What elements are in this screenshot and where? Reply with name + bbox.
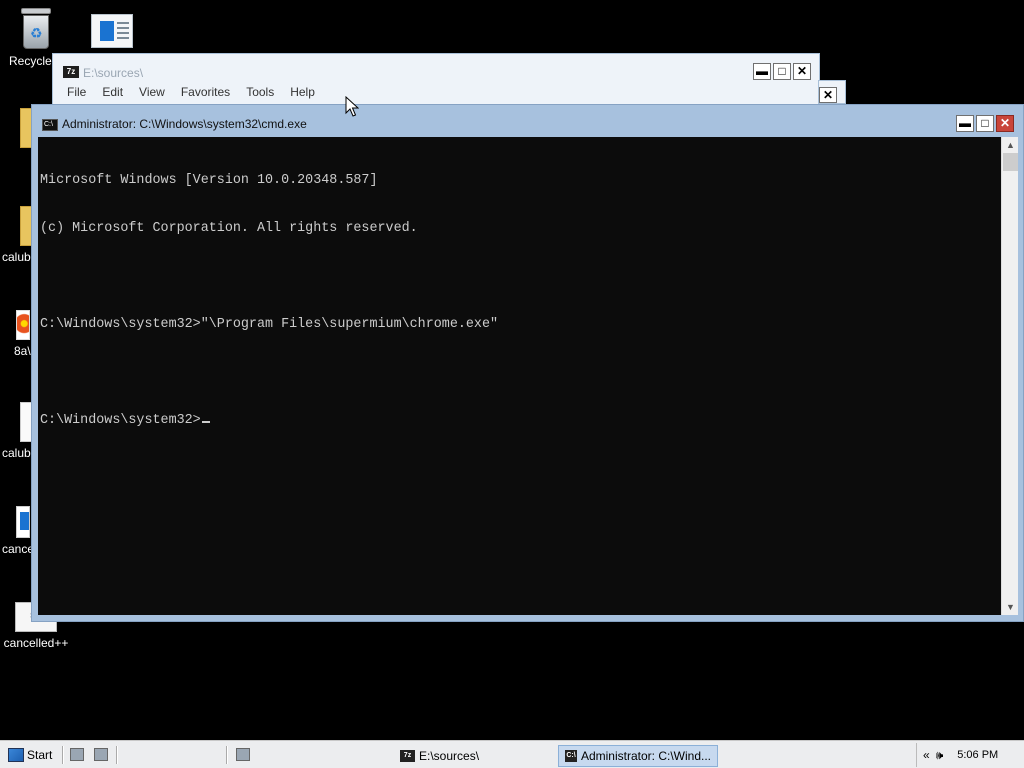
quicklaunch-desktop-icon[interactable] <box>70 748 84 761</box>
taskbar-separator <box>116 746 118 764</box>
document-desktop-icon[interactable] <box>72 14 152 52</box>
quicklaunch-explorer-icon[interactable] <box>94 748 108 761</box>
mouse-pointer-icon <box>345 96 359 117</box>
taskbar-item-label: E:\sources\ <box>419 749 480 763</box>
close-button[interactable]: ✕ <box>819 87 837 103</box>
sevenzip-menubar: File Edit View Favorites Tools Help <box>59 85 323 99</box>
close-button[interactable]: ✕ <box>793 63 811 80</box>
cmd-window[interactable]: C:\ Administrator: C:\Windows\system32\c… <box>31 104 1024 622</box>
taskbar-separator <box>62 746 64 764</box>
console-prompt: C:\Windows\system32> <box>40 413 201 428</box>
desktop: ♻ Recycle B calub 8a\ calub cance ⚙ canc… <box>0 0 1024 740</box>
clock[interactable]: 5:06 PM <box>957 749 998 761</box>
taskbar-item-cmd[interactable]: C:\ Administrator: C:\Wind... <box>558 745 718 767</box>
console-output[interactable]: Microsoft Windows [Version 10.0.20348.58… <box>38 137 1001 615</box>
cmd-title: Administrator: C:\Windows\system32\cmd.e… <box>62 117 307 131</box>
cmd-icon: C:\ <box>565 750 577 762</box>
console-line: Microsoft Windows [Version 10.0.20348.58… <box>40 173 378 188</box>
7zip-icon: 7z <box>400 750 415 762</box>
document-icon <box>16 506 30 538</box>
menu-file[interactable]: File <box>59 85 94 99</box>
minimize-button[interactable]: ▬ <box>753 63 771 80</box>
scrollbar-thumb[interactable] <box>1003 153 1018 171</box>
desktop-icon-label: cancelled++ <box>3 636 69 650</box>
maximize-button[interactable]: □ <box>773 63 791 80</box>
text-cursor <box>201 421 210 423</box>
console-line: C:\Windows\system32>"\Program Files\supe… <box>40 317 499 332</box>
start-icon <box>8 748 24 762</box>
tray-expand-chevron-icon[interactable]: « <box>923 748 930 762</box>
taskbar-item-sevenzip[interactable]: 7z E:\sources\ <box>394 745 554 767</box>
console-prompt-line[interactable]: C:\Windows\system32> <box>40 413 999 429</box>
cmd-icon: C:\ <box>42 119 58 131</box>
menu-view[interactable]: View <box>131 85 173 99</box>
7zip-icon: 7z <box>63 66 79 78</box>
taskbar-separator <box>226 746 228 764</box>
close-button[interactable]: ✕ <box>996 115 1014 132</box>
system-tray: « 🕪 5:06 PM <box>916 743 1024 767</box>
scroll-down-arrow-icon[interactable]: ▼ <box>1002 599 1019 615</box>
sevenzip-title: E:\sources\ <box>83 66 144 80</box>
taskbar: Start 7z E:\sources\ C:\ Administrator: … <box>0 740 1024 768</box>
start-button[interactable]: Start <box>4 745 56 765</box>
menu-favorites[interactable]: Favorites <box>173 85 238 99</box>
menu-help[interactable]: Help <box>282 85 323 99</box>
start-label: Start <box>27 748 53 762</box>
sevenzip-window[interactable]: 7z E:\sources\ ▬ □ ✕ File Edit View Favo… <box>52 53 820 105</box>
quicklaunch-app-icon[interactable] <box>236 748 250 761</box>
sevenzip-titlebar[interactable]: 7z E:\sources\ ▬ □ ✕ <box>53 54 819 82</box>
recycle-bin-icon: ♻ <box>18 8 54 50</box>
document-icon <box>91 14 133 48</box>
minimize-button[interactable]: ▬ <box>956 115 974 132</box>
maximize-button[interactable]: □ <box>976 115 994 132</box>
console-line: (c) Microsoft Corporation. All rights re… <box>40 221 418 236</box>
cmd-titlebar[interactable]: C:\ Administrator: C:\Windows\system32\c… <box>32 105 1023 137</box>
background-window-edge[interactable]: ✕ <box>818 80 846 104</box>
vertical-scrollbar[interactable]: ▲ ▼ <box>1001 137 1018 615</box>
volume-icon[interactable]: 🕪 <box>936 748 944 763</box>
taskbar-item-label: Administrator: C:\Wind... <box>580 749 711 763</box>
scroll-up-arrow-icon[interactable]: ▲ <box>1002 137 1019 153</box>
menu-tools[interactable]: Tools <box>238 85 282 99</box>
image-icon <box>16 310 30 340</box>
menu-edit[interactable]: Edit <box>94 85 131 99</box>
